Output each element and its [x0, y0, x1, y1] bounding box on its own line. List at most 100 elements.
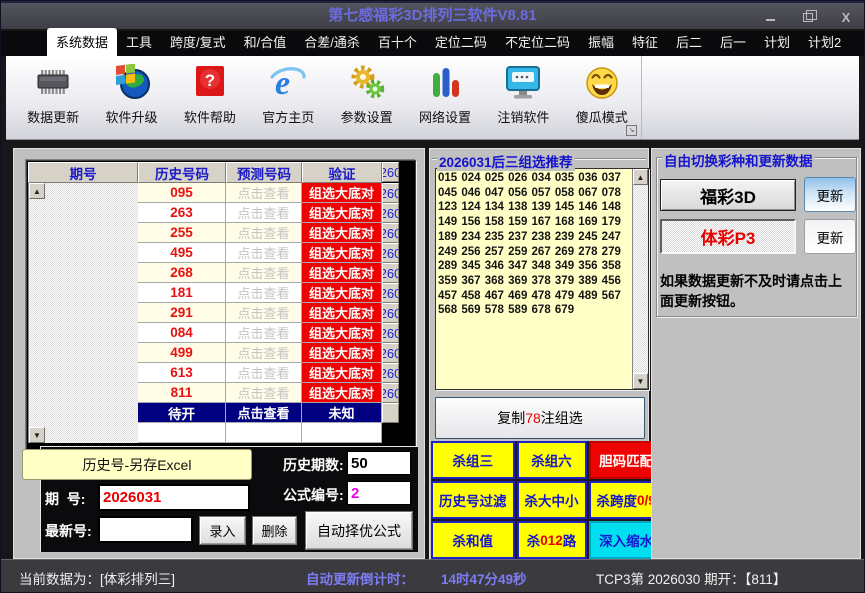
filter-button-3[interactable]: 历史号过滤 [431, 481, 515, 519]
tab-item-5[interactable]: 百十个 [369, 28, 426, 56]
toolbar-button-7[interactable]: 傻瓜模式 [563, 62, 641, 126]
ie-home-icon: e [268, 62, 308, 104]
update-ticai-button[interactable]: 更新 [804, 219, 856, 254]
verify-cell: 组选大底对 [302, 243, 382, 263]
tab-item-10[interactable]: 后二 [667, 28, 711, 56]
verify-cell: 组选大底对 [302, 183, 382, 203]
update-fucai-button[interactable]: 更新 [804, 177, 856, 212]
filter-button-0[interactable]: 杀组三 [431, 441, 515, 479]
minimize-button[interactable] [762, 9, 778, 25]
tab-item-6[interactable]: 定位二码 [426, 28, 496, 56]
period-cell: 2026027 [382, 303, 399, 323]
fucai-3d-button[interactable]: 福彩3D [660, 179, 796, 211]
numbers-box: 015 024 025 026 034 035 036 037 045 046 … [435, 168, 649, 390]
latest-number-input[interactable] [98, 516, 193, 543]
toolbar-button-6[interactable]: 注销软件 [484, 62, 562, 126]
tab-item-8[interactable]: 振幅 [579, 28, 623, 56]
tab-item-0[interactable]: 系统数据 [47, 28, 118, 56]
history-number-cell: 181 [138, 283, 226, 303]
history-number-cell: 613 [138, 363, 226, 383]
filter-button-1[interactable]: 杀组六 [516, 441, 587, 479]
predict-link-cell[interactable]: 点击查看 [226, 403, 302, 423]
toolbar-button-label: 傻瓜模式 [575, 110, 628, 125]
formula-number-input[interactable] [347, 481, 411, 505]
history-table: 期号历史号码预测号码验证▲▼2026020095点击查看组选大底对2026021… [26, 160, 416, 458]
close-button[interactable]: X [838, 9, 854, 25]
tab-item-2[interactable]: 跨度/复式 [161, 28, 235, 56]
export-excel-button[interactable]: 历史号-另存Excel [22, 449, 252, 480]
status-current-data: 当前数据为：[体彩排列三] [19, 572, 176, 587]
tab-item-3[interactable]: 和/合值 [235, 28, 296, 56]
tab-item-13[interactable]: 计划2 [799, 28, 850, 56]
predict-link-cell[interactable]: 点击查看 [226, 263, 302, 283]
history-number-cell [138, 423, 226, 443]
history-count-input[interactable] [347, 451, 411, 475]
status-bar: 当前数据为：[体彩排列三] 自动更新倒计时： 14时47分49秒 TCP3第 2… [1, 559, 864, 592]
table-scrollbar[interactable]: ▲ ▼ [28, 183, 138, 443]
predict-link-cell[interactable] [226, 423, 302, 443]
switch-group-title: 自由切换彩种和更新数据 [662, 150, 815, 170]
toolbar-button-4[interactable]: 参数设置 [328, 62, 406, 126]
period-cell: 2026021 [382, 183, 399, 203]
toolbar-button-0[interactable]: 数据更新 [14, 62, 92, 126]
period-cell: 2026025 [382, 263, 399, 283]
toolbar-group: 数据更新 软件升级? 软件帮助 e 官方主页 参数设置 网络设置 注销软件 傻瓜模式 ↘ [6, 56, 642, 139]
numbers-scrollbar[interactable]: ▲ ▼ [632, 169, 648, 389]
predict-link-cell[interactable]: 点击查看 [226, 283, 302, 303]
toolbar-button-label: 软件帮助 [183, 110, 236, 125]
filter-button-7[interactable]: 杀 012 路 [516, 521, 587, 559]
tab-item-1[interactable]: 工具 [117, 28, 161, 56]
ticai-p3-button[interactable]: 体彩P3 [660, 219, 796, 254]
recommend-panel: 2026031后三组选推荐 015 024 025 026 034 035 03… [429, 148, 664, 559]
filter-button-4[interactable]: 杀大中小 [516, 481, 587, 519]
filter-button-6[interactable]: 杀和值 [431, 521, 515, 559]
predict-link-cell[interactable]: 点击查看 [226, 343, 302, 363]
toolbar-button-5[interactable]: 网络设置 [406, 62, 484, 126]
filter-button-grid: 杀组三 杀组六 胆码匹配 历史号过滤 杀大中小 杀跨度 0/9 杀和值杀 012 路深入缩水 [431, 441, 664, 559]
predict-link-cell[interactable]: 点击查看 [226, 383, 302, 403]
period-input[interactable] [98, 484, 250, 511]
enter-button[interactable]: 录入 [199, 516, 246, 545]
toolbar-expand-icon[interactable]: ↘ [626, 125, 637, 136]
predict-link-cell[interactable]: 点击查看 [226, 223, 302, 243]
scroll-up-icon[interactable]: ▲ [633, 169, 648, 185]
period-cell: 2026026 [382, 283, 399, 303]
period-cell: 2026029 [382, 343, 399, 363]
scroll-down-icon[interactable]: ▼ [29, 427, 45, 443]
predict-link-cell[interactable]: 点击查看 [226, 303, 302, 323]
tab-item-4[interactable]: 合差/通杀 [295, 28, 369, 56]
scroll-down-icon[interactable]: ▼ [633, 373, 648, 389]
verify-cell: 组选大底对 [302, 303, 382, 323]
toolbar: 数据更新 软件升级? 软件帮助 e 官方主页 参数设置 网络设置 注销软件 傻瓜模式 ↘ [6, 56, 859, 140]
switch-panel: 自由切换彩种和更新数据 福彩3D 更新 体彩P3 更新 如果数据更新不及时请点击… [651, 148, 861, 559]
tab-item-7[interactable]: 不定位二码 [496, 28, 579, 56]
latest-number-label: 最新号: [45, 523, 92, 539]
recommended-numbers[interactable]: 015 024 025 026 034 035 036 037 045 046 … [438, 171, 632, 387]
auto-optimize-formula-button[interactable]: 自动择优公式 [305, 511, 413, 550]
copy-group-selection-button[interactable]: 复制 78 注组选 [435, 397, 645, 439]
toolbar-button-2[interactable]: ? 软件帮助 [171, 62, 249, 126]
predict-link-cell[interactable]: 点击查看 [226, 183, 302, 203]
status-latest-draw: TCP3第 2026030 期开：【811】 [596, 572, 787, 587]
tab-item-11[interactable]: 后一 [711, 28, 755, 56]
verify-cell: 组选大底对 [302, 343, 382, 363]
predict-link-cell[interactable]: 点击查看 [226, 203, 302, 223]
restore-icon [803, 9, 817, 22]
predict-link-cell[interactable]: 点击查看 [226, 323, 302, 343]
predict-link-cell[interactable]: 点击查看 [226, 243, 302, 263]
delete-button[interactable]: 删除 [252, 516, 297, 545]
restore-button[interactable] [800, 9, 817, 25]
toolbar-button-1[interactable]: 软件升级 [92, 62, 170, 126]
scroll-up-icon[interactable]: ▲ [29, 183, 45, 199]
toolbar-button-3[interactable]: e 官方主页 [249, 62, 327, 126]
svg-text:?: ? [205, 71, 215, 90]
period-cell: 2026030 [382, 363, 399, 383]
status-countdown-label: 自动更新倒计时： [306, 572, 414, 587]
verify-cell: 组选大底对 [302, 263, 382, 283]
history-number-cell: 499 [138, 343, 226, 363]
tab-item-12[interactable]: 计划 [755, 28, 799, 56]
verify-cell: 组选大底对 [302, 323, 382, 343]
tab-item-9[interactable]: 特征 [623, 28, 667, 56]
predict-link-cell[interactable]: 点击查看 [226, 363, 302, 383]
status-countdown-value: 14时47分49秒 [441, 572, 527, 587]
